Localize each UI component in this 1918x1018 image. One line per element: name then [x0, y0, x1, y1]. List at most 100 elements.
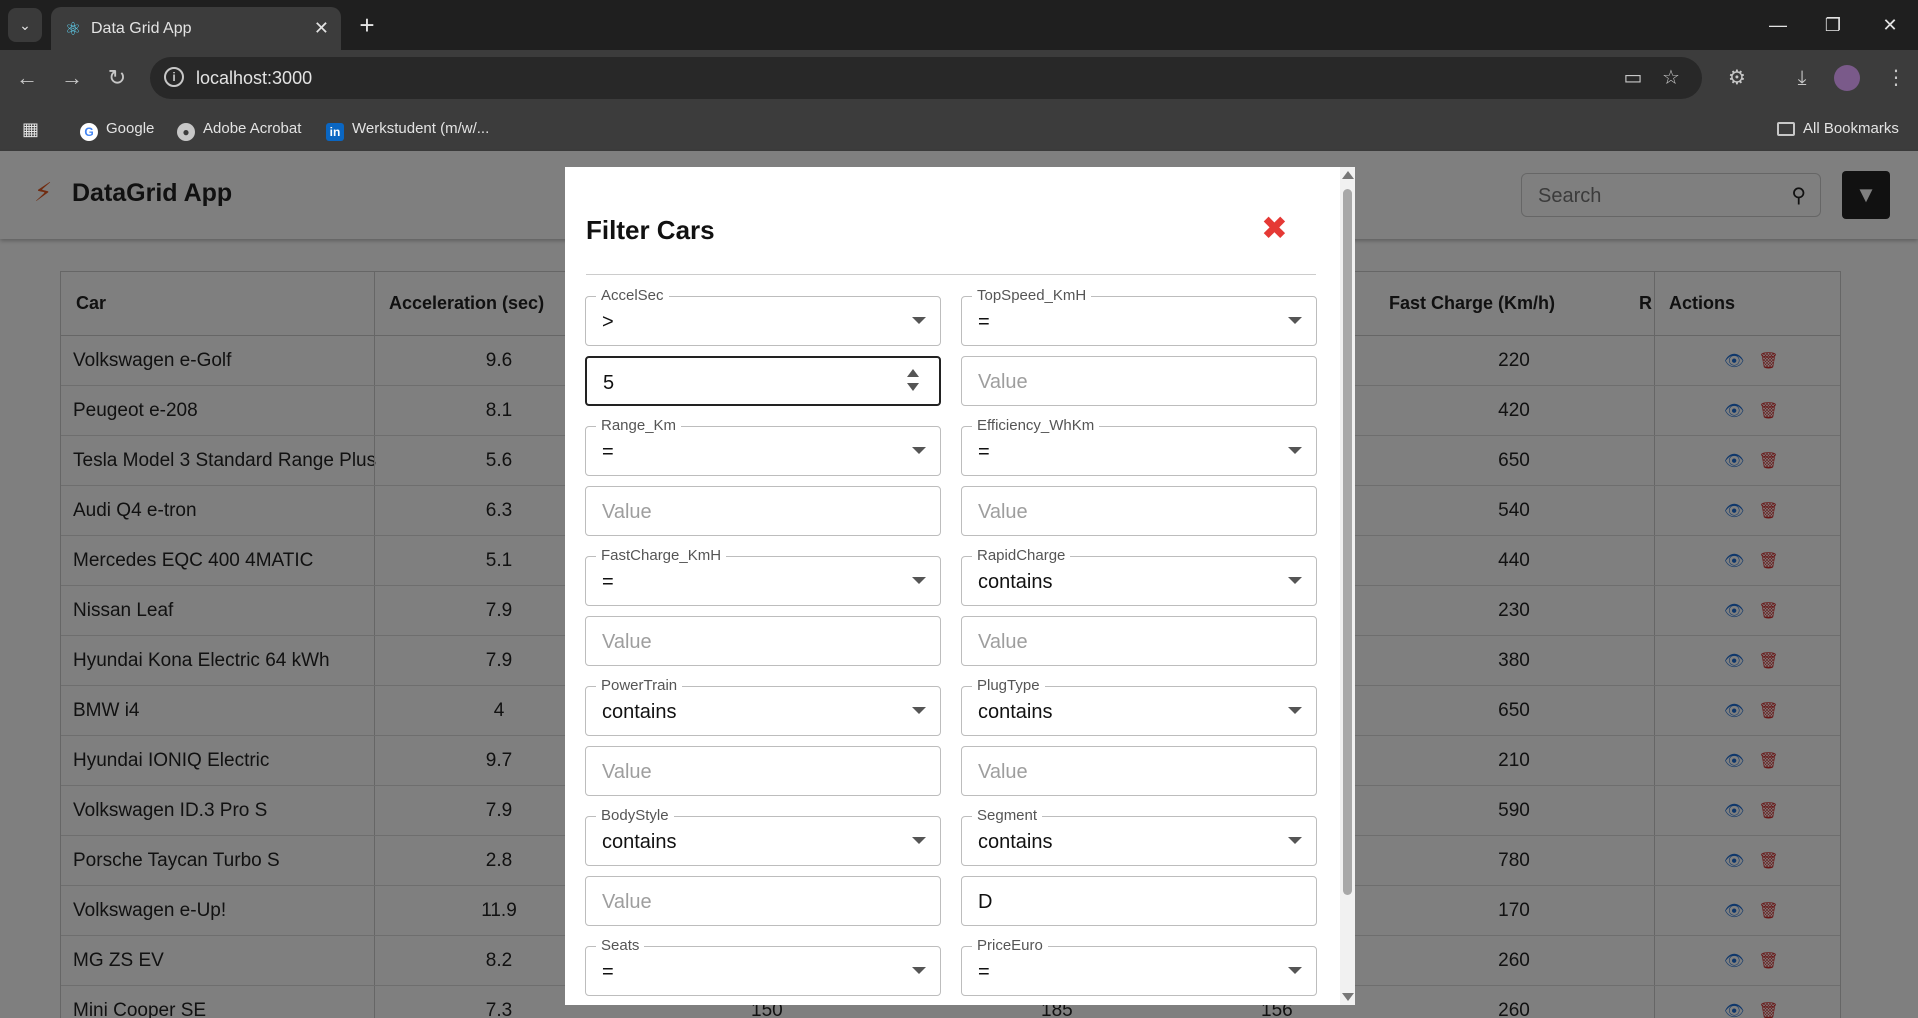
operator-value: contains: [602, 701, 677, 723]
bookmark-adobe-acrobat[interactable]: ● Adobe Acrobat: [177, 117, 301, 141]
bookmark-all-bookmarks[interactable]: All Bookmarks: [1777, 117, 1899, 141]
field-label: PlugType: [972, 677, 1045, 695]
modal-scrollbar[interactable]: [1340, 167, 1355, 1005]
operator-value: =: [602, 961, 614, 983]
apps-grid-icon[interactable]: ▦: [22, 117, 39, 141]
value-input-fastcharge-kmh[interactable]: Value: [585, 616, 941, 666]
field-label: BodyStyle: [596, 807, 674, 825]
input-placeholder: Value: [602, 761, 652, 783]
bookmark-label: Google: [106, 120, 155, 137]
operator-value: contains: [978, 571, 1053, 593]
bookmark-label: All Bookmarks: [1803, 120, 1899, 137]
operator-select-accelsec[interactable]: AccelSec >: [585, 287, 941, 346]
browser-tab[interactable]: ⚛ Data Grid App ✕: [51, 7, 341, 50]
modal-title: Filter Cars: [586, 215, 715, 245]
scroll-down-icon[interactable]: [1342, 993, 1354, 1001]
linkedin-icon: in: [326, 123, 344, 141]
caret-down-icon: [912, 967, 926, 974]
bookmark-label: Adobe Acrobat: [203, 120, 302, 137]
scroll-up-icon[interactable]: [1342, 171, 1354, 179]
value-input-powertrain[interactable]: Value: [585, 746, 941, 796]
value-input-plugtype[interactable]: Value: [961, 746, 1317, 796]
forward-arrow-icon[interactable]: →: [57, 63, 87, 93]
value-input-accelsec[interactable]: 5: [585, 356, 941, 406]
install-app-icon[interactable]: ▭: [1620, 65, 1646, 91]
caret-down-icon: [1288, 317, 1302, 324]
operator-value: >: [602, 311, 614, 333]
input-value: D: [978, 891, 993, 913]
operator-select-fastcharge-kmh[interactable]: FastCharge_KmH =: [585, 547, 941, 606]
input-placeholder: Value: [978, 501, 1028, 523]
site-info-icon[interactable]: i: [164, 67, 184, 87]
operator-select-powertrain[interactable]: PowerTrain contains: [585, 677, 941, 736]
new-tab-plus-icon[interactable]: +: [352, 10, 382, 40]
input-placeholder: Value: [602, 631, 652, 653]
operator-select-rapidcharge[interactable]: RapidCharge contains: [961, 547, 1317, 606]
extensions-puzzle-icon[interactable]: ⚙: [1722, 63, 1752, 93]
field-label: PriceEuro: [972, 937, 1048, 955]
restore-icon[interactable]: ❐: [1813, 10, 1853, 40]
value-input-segment[interactable]: D: [961, 876, 1317, 926]
value-input-topspeed-kmh[interactable]: Value: [961, 356, 1317, 406]
operator-value: =: [978, 441, 990, 463]
value-input-bodystyle[interactable]: Value: [585, 876, 941, 926]
spin-up-icon[interactable]: [907, 369, 919, 377]
reload-icon[interactable]: ↻: [102, 63, 132, 93]
operator-select-range-km[interactable]: Range_Km =: [585, 417, 941, 476]
operator-select-topspeed-kmh[interactable]: TopSpeed_KmH =: [961, 287, 1317, 346]
operator-select-efficiency-whkm[interactable]: Efficiency_WhKm =: [961, 417, 1317, 476]
field-label: AccelSec: [596, 287, 669, 305]
globe-icon: ●: [177, 123, 195, 141]
bookmark-star-icon[interactable]: ☆: [1658, 65, 1684, 91]
field-label: Efficiency_WhKm: [972, 417, 1100, 435]
bookmark-google[interactable]: G Google: [80, 117, 154, 141]
filter-modal: Filter Cars ✖ AccelSec >5 TopSpeed_KmH = Val…: [565, 167, 1355, 1005]
caret-down-icon: [1288, 577, 1302, 584]
field-label: TopSpeed_KmH: [972, 287, 1092, 305]
browser-toolbar: ← → ↻ i localhost:3000 ▭ ☆ ⚙ ⤓ ⋮: [0, 50, 1918, 107]
input-placeholder: Value: [602, 891, 652, 913]
react-favicon-icon: ⚛: [64, 19, 82, 39]
caret-down-icon: [1288, 447, 1302, 454]
tab-search-chevron-icon[interactable]: ⌄: [8, 8, 42, 42]
back-arrow-icon[interactable]: ←: [12, 63, 42, 93]
bookmark-werkstudent[interactable]: in Werkstudent (m/w/...: [326, 117, 489, 141]
scrollbar-thumb[interactable]: [1343, 189, 1352, 895]
operator-select-seats[interactable]: Seats =: [585, 937, 941, 996]
input-placeholder: Value: [978, 761, 1028, 783]
menu-kebab-icon[interactable]: ⋮: [1881, 63, 1911, 93]
caret-down-icon: [912, 317, 926, 324]
caret-down-icon: [912, 447, 926, 454]
profile-avatar[interactable]: [1834, 65, 1860, 91]
tab-title: Data Grid App: [91, 20, 192, 37]
tab-close-icon[interactable]: ✕: [314, 17, 329, 39]
operator-value: contains: [978, 701, 1053, 723]
operator-select-bodystyle[interactable]: BodyStyle contains: [585, 807, 941, 866]
value-input-rapidcharge[interactable]: Value: [961, 616, 1317, 666]
downloads-icon[interactable]: ⤓: [1787, 63, 1817, 93]
field-label: FastCharge_KmH: [596, 547, 727, 565]
folder-icon: [1777, 122, 1795, 136]
field-label: Segment: [972, 807, 1043, 825]
address-bar[interactable]: i localhost:3000 ▭ ☆: [150, 57, 1702, 99]
window-close-icon[interactable]: ✕: [1870, 10, 1910, 40]
spin-down-icon[interactable]: [907, 383, 919, 391]
caret-down-icon: [912, 837, 926, 844]
close-icon[interactable]: ✖: [1261, 211, 1288, 245]
operator-select-segment[interactable]: Segment contains: [961, 807, 1317, 866]
operator-select-priceeuro[interactable]: PriceEuro =: [961, 937, 1317, 996]
caret-down-icon: [1288, 967, 1302, 974]
value-input-efficiency-whkm[interactable]: Value: [961, 486, 1317, 536]
operator-value: =: [978, 311, 990, 333]
caret-down-icon: [1288, 837, 1302, 844]
operator-value: contains: [602, 831, 677, 853]
input-placeholder: Value: [978, 631, 1028, 653]
browser-tabstrip: ⌄ ⚛ Data Grid App ✕ + — ❐ ✕: [0, 0, 1918, 50]
number-spinner[interactable]: [907, 369, 921, 395]
bookmark-label: Werkstudent (m/w/...: [352, 120, 490, 137]
operator-value: =: [602, 441, 614, 463]
url-text: localhost:3000: [196, 68, 313, 88]
minimize-icon[interactable]: —: [1758, 10, 1798, 40]
value-input-range-km[interactable]: Value: [585, 486, 941, 536]
operator-select-plugtype[interactable]: PlugType contains: [961, 677, 1317, 736]
